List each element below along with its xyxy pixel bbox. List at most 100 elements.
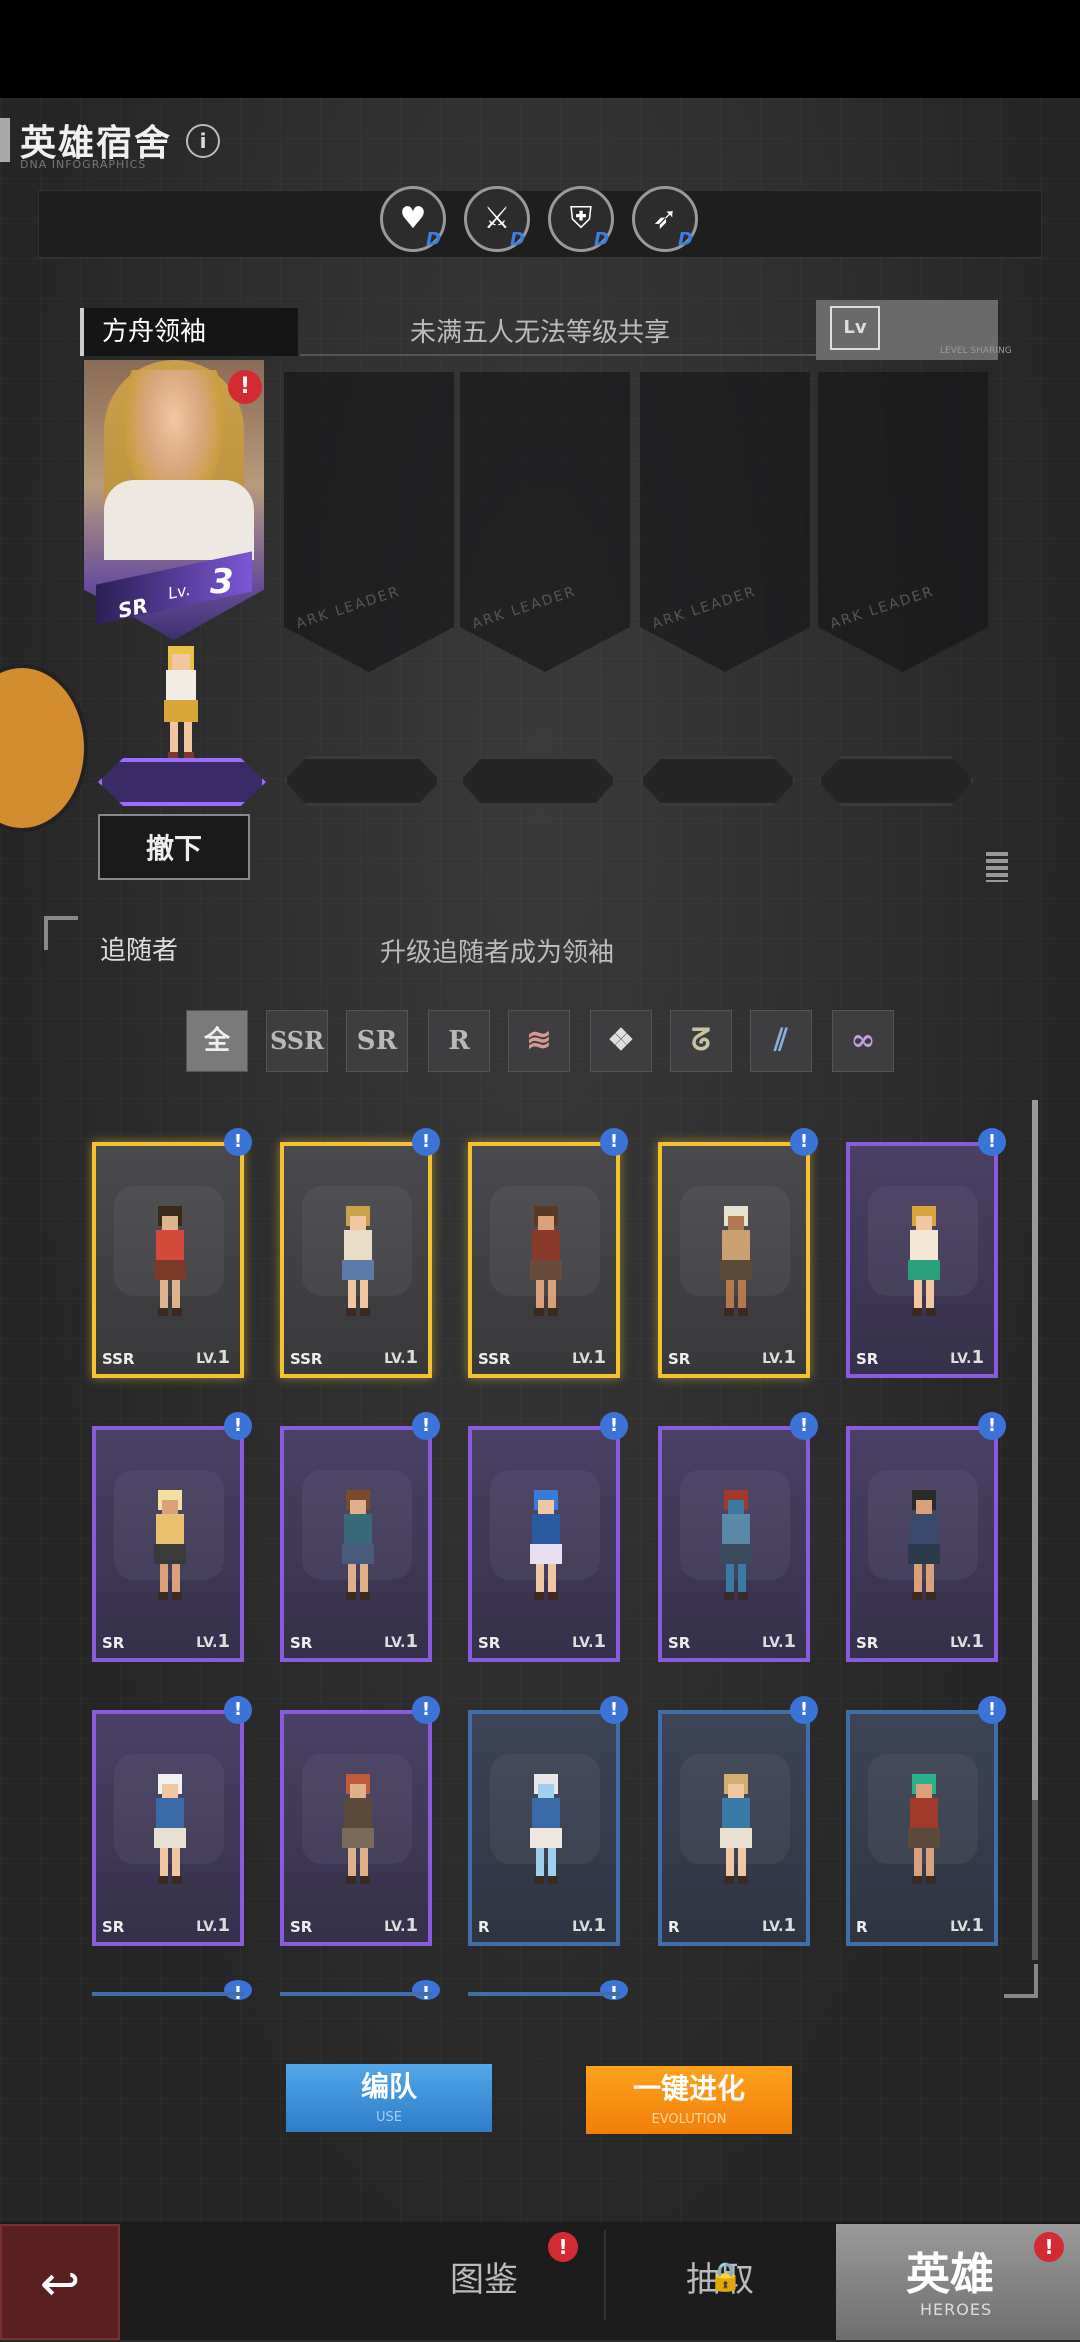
hero-card[interactable]: SR LV.1	[658, 1426, 810, 1662]
nav-tab-codex[interactable]: 图鉴	[450, 2252, 518, 2301]
hero-level-value: 1	[971, 1631, 984, 1652]
faction-1-icon[interactable]: ≋	[508, 1010, 570, 1072]
level-share-icon[interactable]: Lv	[830, 306, 880, 350]
hero-card[interactable]: R LV.1	[468, 1710, 620, 1946]
card-partial[interactable]	[468, 1992, 620, 2006]
info-icon[interactable]: i	[186, 124, 220, 158]
hero-card[interactable]: R LV.1	[658, 1710, 810, 1946]
hero-card[interactable]: SR LV.1	[92, 1426, 244, 1662]
hero-card[interactable]: R LV.1	[846, 1710, 998, 1946]
nav-heroes-sub: HEROES	[920, 2300, 993, 2319]
filter-sr[interactable]: SR	[346, 1010, 408, 1072]
hero-card[interactable]: SR LV.1	[846, 1142, 998, 1378]
alert-badge: !	[978, 1128, 1006, 1156]
faction-2-icon[interactable]: ❖	[590, 1010, 652, 1072]
hero-level-value: 1	[217, 1915, 230, 1936]
list-view-icon[interactable]	[986, 852, 1008, 882]
hero-sprite	[154, 1774, 186, 1884]
hero-rarity: SR	[668, 1350, 691, 1368]
hero-rarity: R	[668, 1918, 680, 1936]
shield-icon[interactable]: ⛨ D	[548, 186, 614, 252]
alert-badge: !	[224, 1696, 252, 1724]
slot-pedestal	[640, 756, 796, 806]
filter-r[interactable]: R	[428, 1010, 490, 1072]
evolve-all-button[interactable]: 一键进化 EVOLUTION	[586, 2066, 792, 2134]
hero-sprite	[342, 1774, 374, 1884]
hero-rarity: SSR	[478, 1350, 511, 1368]
alert-badge: !	[978, 1696, 1006, 1724]
hero-rarity: SR	[290, 1918, 313, 1936]
hero-level: LV.1	[572, 1915, 606, 1936]
faction-5-icon[interactable]: ∞	[832, 1010, 894, 1072]
hero-card[interactable]: SR LV.1	[92, 1710, 244, 1946]
leader-tab[interactable]: 方舟领袖	[80, 308, 298, 356]
hero-sprite	[908, 1206, 940, 1316]
hero-level-prefix: LV.	[196, 1919, 218, 1935]
faction-3-icon[interactable]: ᘔ	[670, 1010, 732, 1072]
hero-level-prefix: LV.	[196, 1351, 218, 1367]
nav-divider	[604, 2230, 606, 2320]
formation-button[interactable]: 编队 USE	[286, 2064, 492, 2132]
alert-badge: !	[224, 1128, 252, 1156]
hero-level-prefix: LV.	[196, 1635, 218, 1651]
nav-heroes-label: 英雄	[906, 2249, 994, 2300]
bow-icon[interactable]: ➶ D	[632, 186, 698, 252]
hero-card[interactable]: SR LV.1	[468, 1426, 620, 1662]
hero-level-prefix: LV.	[950, 1635, 972, 1651]
hero-card[interactable]: SSR LV.1	[280, 1142, 432, 1378]
hero-rarity: R	[856, 1918, 868, 1936]
attribute-grade: D	[510, 229, 525, 250]
corner-bracket	[44, 916, 78, 950]
corner-bracket	[1004, 1964, 1038, 1998]
heart-pulse-icon[interactable]: ♥ D	[380, 186, 446, 252]
attribute-grade: D	[594, 229, 609, 250]
sword-icon[interactable]: ⚔ D	[464, 186, 530, 252]
hero-rarity: SR	[856, 1350, 879, 1368]
evolve-button-sub: EVOLUTION	[651, 2112, 727, 2127]
hero-level-value: 1	[405, 1915, 418, 1936]
filter-all[interactable]: 全	[186, 1010, 248, 1072]
hero-rarity: SR	[668, 1634, 691, 1652]
card-partial[interactable]	[92, 1992, 244, 2006]
hero-card[interactable]: SR LV.1	[280, 1710, 432, 1946]
hero-card[interactable]: SR LV.1	[846, 1426, 998, 1662]
remove-leader-button[interactable]: 撤下	[98, 814, 250, 880]
hero-rarity: SR	[102, 1634, 125, 1652]
hero-level-prefix: LV.	[384, 1351, 406, 1367]
hero-level: LV.1	[572, 1631, 606, 1652]
filter-ssr[interactable]: SSR	[266, 1010, 328, 1072]
hero-level-value: 1	[405, 1631, 418, 1652]
faction-4-icon[interactable]: ⫽	[750, 1010, 812, 1072]
hero-card[interactable]: SR LV.1	[658, 1142, 810, 1378]
alert-badge: !	[790, 1696, 818, 1724]
attribute-bar	[38, 190, 1042, 258]
alert-badge: !	[412, 1696, 440, 1724]
hero-level-prefix: LV.	[572, 1351, 594, 1367]
hero-card[interactable]: SSR LV.1	[92, 1142, 244, 1378]
divider	[300, 354, 816, 356]
slot-pedestal	[460, 756, 616, 806]
hero-level-prefix: LV.	[572, 1635, 594, 1651]
hero-rarity: SSR	[102, 1350, 135, 1368]
hero-level-value: 1	[593, 1347, 606, 1368]
alert-badge: !	[224, 1412, 252, 1440]
back-arrow-icon[interactable]: ↩	[0, 2224, 120, 2340]
hero-level-value: 1	[593, 1915, 606, 1936]
hero-level: LV.1	[196, 1631, 230, 1652]
hero-card[interactable]: SSR LV.1	[468, 1142, 620, 1378]
hero-card[interactable]: SR LV.1	[280, 1426, 432, 1662]
hero-level-value: 1	[783, 1915, 796, 1936]
alert-badge: !	[600, 1412, 628, 1440]
alert-badge: !	[790, 1412, 818, 1440]
leader-outfit	[104, 480, 254, 560]
scrollbar-thumb[interactable]	[1032, 1100, 1038, 1800]
alert-badge: !	[412, 1412, 440, 1440]
hero-sprite	[908, 1774, 940, 1884]
level-share-text: 未满五人无法等级共享	[410, 318, 671, 348]
lock-icon: 🔒	[708, 2260, 743, 2293]
hero-level: LV.1	[196, 1347, 230, 1368]
hero-rarity: SR	[290, 1634, 313, 1652]
attribute-grade: D	[678, 229, 693, 250]
card-partial[interactable]	[280, 1992, 432, 2006]
hero-level-value: 1	[783, 1347, 796, 1368]
